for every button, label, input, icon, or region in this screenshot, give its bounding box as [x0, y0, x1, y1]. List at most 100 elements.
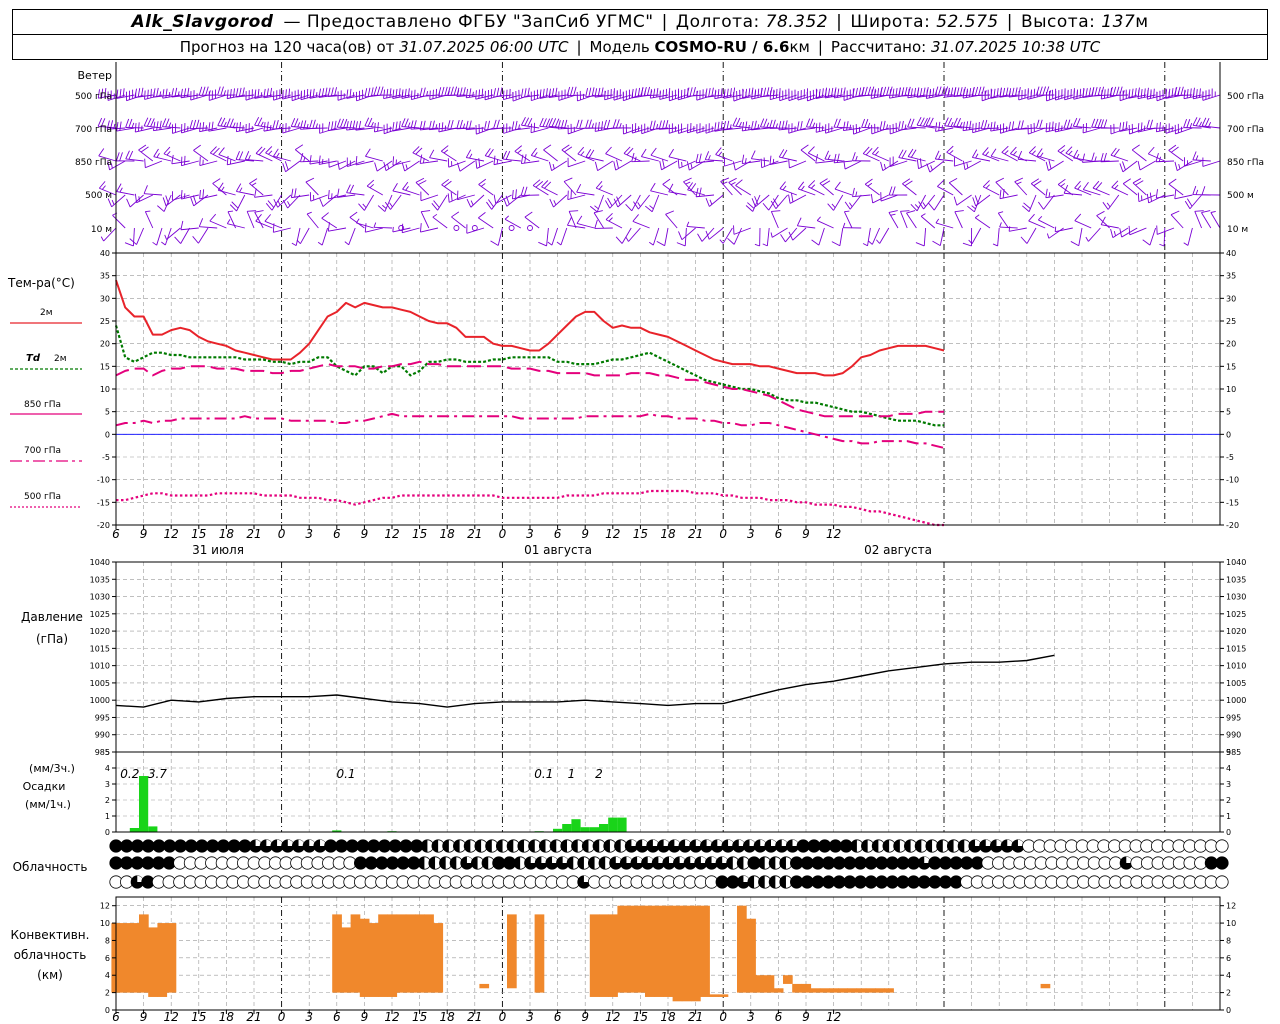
wind-barb-feather	[658, 120, 662, 130]
wind-barb-feather	[889, 89, 892, 99]
wind-barb-shaft	[577, 153, 595, 162]
wind-barb	[833, 153, 853, 164]
wind-barb-feather	[305, 177, 315, 183]
wind-barb	[720, 177, 733, 196]
wind-barb-shaft	[255, 220, 273, 229]
wind-barb	[1073, 149, 1092, 162]
wind-barb	[811, 227, 825, 246]
cloud-half-fill	[947, 839, 954, 853]
convective-bar	[369, 923, 379, 997]
convective-bar	[801, 983, 812, 993]
wind-barb-feather	[1076, 118, 1081, 127]
wind-barb-feather	[925, 117, 931, 126]
wind-barb	[254, 116, 273, 129]
temp-ytick-label-right: 10	[1226, 385, 1236, 394]
temp-xtick-label: 18	[440, 527, 456, 541]
wind-barb-shaft	[568, 160, 586, 168]
convective-bar	[783, 975, 793, 984]
wind-barb-feather	[1186, 119, 1191, 128]
pressure-title: Давление	[21, 610, 83, 624]
convective-bar	[764, 975, 775, 993]
wind-barb	[595, 180, 613, 196]
wind-barb-shaft	[420, 211, 430, 229]
wind-barb-half-feather	[1054, 226, 1057, 232]
wind-barb-half-feather	[472, 91, 474, 97]
wind-barb	[1110, 147, 1129, 162]
wind-barb	[290, 188, 310, 199]
wind-barb	[1159, 227, 1166, 247]
wind-barb-feather	[414, 89, 416, 99]
wind-barb-feather	[790, 192, 794, 203]
wind-barb	[1132, 178, 1147, 196]
wind-barb-half-feather	[1012, 151, 1017, 156]
wind-barb-shaft	[995, 181, 1009, 196]
wind-barb-feather	[750, 150, 756, 159]
wind-barb-half-feather	[552, 163, 555, 170]
wind-barb-half-feather	[277, 200, 281, 206]
wind-barb-feather	[506, 89, 508, 99]
wind-barb-feather	[238, 151, 244, 160]
convective-bar	[884, 988, 894, 993]
wind-barb-feather	[218, 147, 225, 155]
wind-barb	[366, 179, 384, 196]
wind-barb-shaft	[153, 127, 172, 132]
wind-barb-half-feather	[223, 121, 227, 127]
wind-barb	[659, 159, 678, 171]
wind-barb-shaft	[374, 127, 393, 133]
wind-barb-feather	[925, 89, 928, 99]
wind-barb-feather	[842, 121, 846, 131]
wind-barb-shaft	[834, 188, 853, 196]
wind-barb	[695, 187, 715, 198]
wind-barb-shaft	[1045, 127, 1064, 133]
wind-barb-shaft	[1091, 94, 1110, 97]
wind-barb-shaft	[129, 194, 144, 208]
wind-barb-feather	[392, 122, 395, 132]
wind-barb-feather	[938, 121, 941, 131]
wind-barb-shaft	[1149, 227, 1157, 246]
wind-barb	[530, 147, 549, 162]
convective-bar	[424, 914, 434, 993]
wind-barb-shaft	[1146, 127, 1165, 129]
wind-barb	[511, 120, 531, 131]
wind-barb-feather	[1201, 186, 1206, 195]
wind-barb-feather	[199, 189, 201, 199]
wind-barb	[824, 150, 843, 162]
wind-barb-feather	[1038, 201, 1044, 210]
precip-bar	[148, 826, 158, 832]
wind-barb	[797, 88, 816, 101]
wind-barb-shaft	[1055, 227, 1073, 233]
wind-barb-feather	[143, 117, 149, 127]
wind-barb-feather	[1035, 119, 1040, 129]
wind-barb	[1142, 227, 1157, 246]
wind-barb	[1201, 186, 1221, 196]
wind-barb	[226, 88, 245, 100]
wind-barb-feather	[698, 153, 702, 163]
convective-bar	[415, 914, 425, 993]
wind-barb-half-feather	[422, 157, 425, 164]
wind-barb-feather	[475, 159, 478, 169]
wind-barb-half-feather	[686, 221, 690, 227]
wind-barb-feather	[717, 89, 720, 99]
wind-barb-half-feather	[315, 92, 318, 98]
wind-barb-shaft	[597, 160, 614, 171]
wind-barb-shaft	[708, 227, 724, 240]
wind-barb-shaft	[1155, 160, 1175, 163]
precip-ytick-label-left: 2	[105, 796, 110, 805]
wind-barb-shaft	[198, 227, 209, 244]
wind-barb-shaft	[162, 126, 181, 129]
wind-barb	[548, 160, 568, 172]
wind-barb-shaft	[144, 125, 163, 129]
wind-barb-feather	[1103, 89, 1106, 99]
wind-barb-shaft	[1082, 127, 1101, 134]
wind-barb-feather	[836, 153, 840, 163]
wind-barb-feather	[456, 119, 460, 129]
wind-barb-feather	[999, 189, 1002, 199]
wind-barb-feather	[389, 88, 392, 98]
wind-barb	[705, 194, 724, 207]
precip-bar	[571, 819, 581, 832]
wind-barb	[842, 121, 862, 131]
temp-ytick-label-left: -20	[97, 521, 110, 530]
wind-barb	[704, 87, 724, 98]
wind-barb-feather	[944, 117, 949, 126]
wind-barb	[762, 227, 770, 247]
